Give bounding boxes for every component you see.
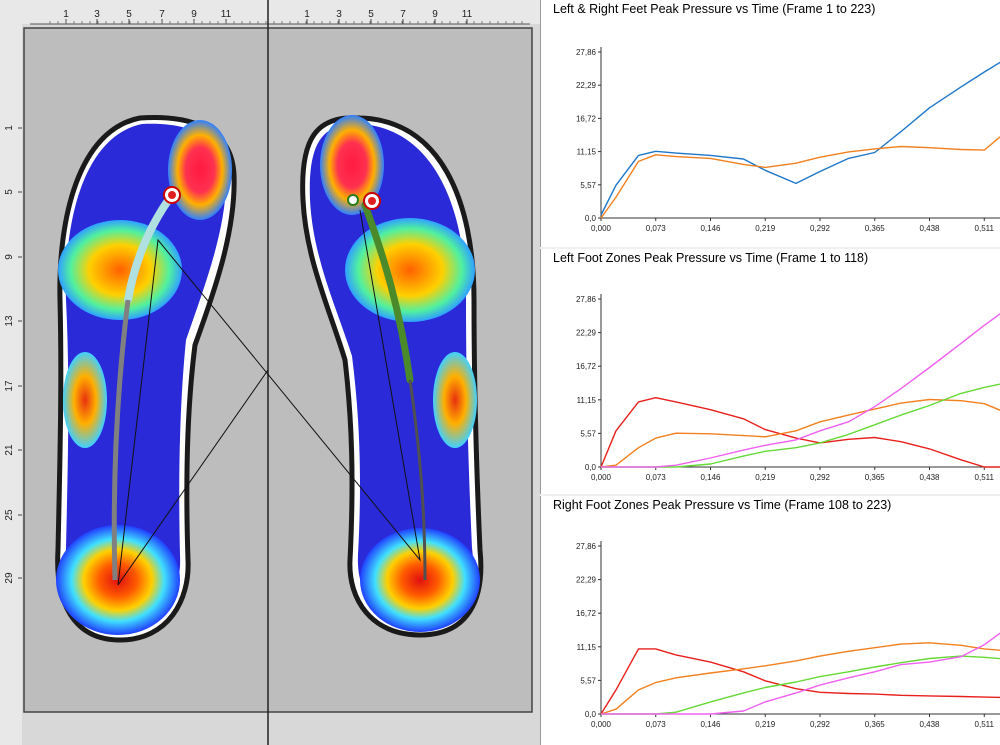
ruler-label: 21 (4, 444, 15, 456)
x-tick-label: 0,000 (591, 224, 612, 233)
ruler-label: 1 (63, 9, 69, 20)
series-line (600, 398, 1000, 468)
ruler-label: 1 (304, 9, 310, 20)
x-tick-label: 0,438 (919, 224, 940, 233)
footprint-canvas: 1 3 5 7 9 11 1 3 5 7 9 11 1591317212529 (0, 0, 540, 745)
ruler-label: 25 (4, 509, 15, 521)
y-tick-label: 0,0 (585, 214, 597, 223)
x-tick-label: 0,438 (919, 473, 940, 482)
y-tick-label: 22,29 (576, 329, 597, 338)
ruler-label: 9 (432, 9, 438, 20)
series-line (601, 313, 1000, 468)
x-tick-label: 0,511 (975, 473, 995, 482)
x-tick-label: 0,146 (700, 720, 721, 729)
x-tick-label: 0,219 (755, 720, 776, 729)
y-tick-label: 27,86 (576, 542, 597, 551)
ruler-label: 29 (4, 572, 15, 584)
chart-panel-right-foot: Right Foot Zones Peak Pressure vs Time (… (540, 496, 1000, 745)
ruler-label: 5 (126, 9, 132, 20)
ruler-label: 5 (368, 9, 374, 20)
ruler-label: 13 (4, 315, 15, 327)
x-tick-label: 0,292 (810, 224, 831, 233)
ruler-label: 11 (462, 9, 473, 20)
ruler-label: 3 (336, 9, 342, 20)
y-tick-label: 16,72 (576, 114, 597, 123)
x-tick-label: 0,000 (591, 720, 612, 729)
x-tick-label: 0,000 (591, 473, 612, 482)
center-of-pressure-icon (347, 194, 359, 206)
footprint-pane: 1 3 5 7 9 11 1 3 5 7 9 11 1 5 9 13 17 21 25 29 (0, 0, 540, 745)
y-tick-label: 0,0 (585, 463, 597, 472)
chart-panel-left-foot: Left Foot Zones Peak Pressure vs Time (F… (540, 249, 1000, 494)
x-tick-label: 0,511 (975, 720, 995, 729)
y-tick-label: 0,0 (585, 710, 597, 719)
x-tick-label: 0,365 (865, 224, 886, 233)
chart-plot: 0,0 5,57 11,15 16,72 22,29 27,86 0,000 0,073 0,1… (576, 47, 1000, 233)
ruler-label: 17 (4, 380, 15, 392)
y-tick-label: 5,57 (580, 676, 596, 685)
y-tick-label: 27,86 (576, 295, 597, 304)
x-tick-label: 0,365 (865, 473, 886, 482)
x-tick-label: 0,073 (646, 473, 667, 482)
series-line (601, 383, 1000, 468)
x-tick-label: 0,146 (700, 224, 721, 233)
ruler-label: 9 (191, 9, 197, 20)
ruler-label: 11 (221, 9, 232, 20)
x-tick-label: 0,146 (700, 473, 721, 482)
y-tick-label: 11,15 (577, 148, 597, 157)
x-tick-label: 0,219 (755, 224, 776, 233)
y-tick-label: 16,72 (576, 362, 597, 371)
y-tick-label: 22,29 (576, 81, 597, 90)
x-tick-label: 0,073 (646, 224, 667, 233)
series-line (600, 136, 1000, 219)
series-line (601, 655, 1000, 715)
ruler-label: 1 (4, 125, 15, 131)
y-tick-label: 11,15 (577, 396, 597, 405)
ruler-label: 7 (159, 9, 165, 20)
ruler-label: 3 (94, 9, 100, 20)
top-ruler (0, 0, 540, 24)
y-tick-label: 5,57 (580, 429, 596, 438)
x-tick-label: 0,365 (865, 720, 886, 729)
series-line (601, 632, 1000, 715)
ruler-label: 9 (4, 254, 15, 260)
y-tick-label: 16,72 (576, 609, 597, 618)
y-tick-label: 11,15 (577, 643, 597, 652)
ruler-label: 5 (4, 189, 15, 195)
y-tick-label: 27,86 (576, 48, 597, 57)
y-tick-label: 5,57 (580, 181, 596, 190)
x-tick-label: 0,438 (919, 720, 940, 729)
x-tick-label: 0,292 (810, 473, 831, 482)
x-tick-label: 0,219 (755, 473, 776, 482)
chart-plot: 0,0 5,57 11,15 16,72 22,29 27,86 0,000 0,073 0,1… (576, 541, 1000, 729)
ruler-label: 7 (400, 9, 406, 20)
chart-panel-both-feet: Left & Right Feet Peak Pressure vs Time … (540, 0, 1000, 247)
x-tick-label: 0,073 (646, 720, 667, 729)
x-tick-label: 0,511 (975, 224, 995, 233)
chart-plot: 0,0 5,57 11,15 16,72 22,29 27,86 0,000 0,073 0,1… (576, 294, 1000, 482)
series-line (600, 396, 1000, 468)
series-line (600, 61, 1000, 216)
series-line (600, 642, 1000, 715)
x-tick-label: 0,292 (810, 720, 831, 729)
y-tick-label: 22,29 (576, 576, 597, 585)
